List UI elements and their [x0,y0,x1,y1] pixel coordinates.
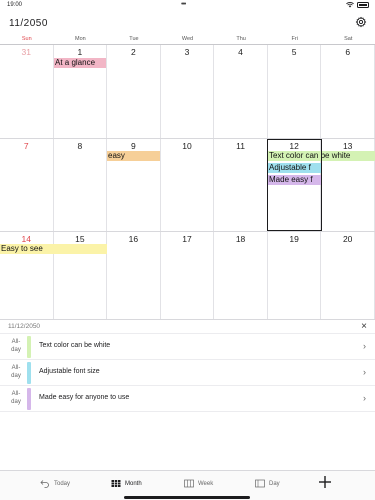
month-grid-icon [111,480,121,487]
day-number: 18 [235,234,246,244]
day-cell[interactable]: 19 [268,232,322,319]
day-number: 7 [23,141,29,151]
event-color-stripe [27,388,31,410]
month-grid: 31 1 2 3 4 5 6 At a glance 7 8 9 10 11 1… [0,45,375,319]
tab-label: Day [269,480,280,487]
day-cell[interactable]: 3 [161,45,215,138]
all-day-label: All-day [11,339,21,353]
tab-label: Today [54,480,71,487]
tab-today[interactable]: Today [40,479,70,488]
day-cell[interactable]: 10 [161,139,215,231]
event-bar[interactable]: At a glance [54,58,106,68]
day-cell[interactable]: 7 [0,139,54,231]
detail-header: 11/12/2050 × [0,320,375,334]
weekday-label: Sat [344,36,353,42]
all-day-label: All-day [11,391,21,405]
weekday-label: Thu [236,36,246,42]
day-number: 13 [342,141,353,151]
chevron-right-icon: › [363,341,366,351]
home-indicator [124,496,250,499]
event-bar[interactable]: Made easy f [268,175,321,185]
day-number: 10 [182,141,192,151]
day-number: 16 [128,234,139,244]
day-number: 6 [345,47,351,57]
day-number: 12 [289,141,299,151]
multitasking-dots-icon[interactable]: ••• [181,1,186,8]
weekday-label: Wed [181,36,194,42]
day-number: 8 [77,141,83,151]
day-cell[interactable]: 17 [161,232,215,319]
day-number: 3 [184,47,190,57]
plus-icon[interactable] [318,475,332,489]
status-time: 19:00 [7,2,23,8]
day-cell[interactable]: 20 [321,232,375,319]
event-list-item[interactable]: All-day Text color can be white › [0,334,375,360]
day-cell[interactable]: 4 [214,45,268,138]
event-list-item[interactable]: All-day Made easy for anyone to use › [0,386,375,412]
day-cell[interactable]: 18 [214,232,268,319]
day-cell[interactable]: 31 [0,45,54,138]
day-number: 15 [75,234,85,244]
month-title[interactable]: 11/2050 [9,18,48,29]
week-row: 14 15 16 17 18 19 20 Easy to see [0,232,375,319]
day-number: 2 [131,47,136,57]
day-number: 20 [342,234,353,244]
tab-day[interactable]: Day [255,479,280,488]
event-bar[interactable]: Easy to see [0,244,107,254]
day-number: 19 [289,234,299,244]
day-cell[interactable]: 8 [54,139,108,231]
tab-month[interactable]: Month [111,479,142,488]
weekday-label: Mon [75,36,86,42]
status-bar: 19:00 ••• [0,0,375,12]
tab-label: Week [198,480,214,487]
day-cell[interactable]: 2 [107,45,161,138]
day-number: 11 [236,141,245,151]
all-day-label: All-day [11,365,21,379]
day-number: 9 [131,141,136,151]
event-bar[interactable]: easy [107,151,160,161]
day-cell[interactable]: 6 [321,45,375,138]
week-row: 31 1 2 3 4 5 6 At a glance [0,45,375,139]
day-cell[interactable]: 16 [107,232,161,319]
tab-week[interactable]: Week [184,479,213,488]
event-color-stripe [27,336,31,358]
battery-icon [357,2,369,8]
wifi-icon [346,2,354,8]
status-icons [346,2,369,8]
day-number: 1 [77,47,83,57]
gear-icon[interactable] [355,16,367,28]
weekday-label: Fri [291,36,298,42]
detail-date: 11/12/2050 [8,323,41,330]
day-number: 31 [21,47,32,57]
day-cell[interactable]: 5 [268,45,322,138]
event-title: Text color can be white [39,342,111,349]
event-bar[interactable]: Adjustable f [268,163,321,173]
weekday-label: Sun [21,36,32,42]
day-number: 14 [21,234,32,244]
close-icon[interactable]: × [361,321,367,332]
undo-arrow-icon [40,480,49,488]
week-row: 7 8 9 10 11 12 13 easy Text color can be… [0,139,375,232]
day-column-icon [255,479,265,488]
day-cell[interactable]: 11 [214,139,268,231]
weekday-label: Tue [129,36,139,42]
day-detail-panel: 11/12/2050 × All-day Text color can be w… [0,319,375,470]
day-number: 5 [291,47,297,57]
chevron-right-icon: › [363,367,366,377]
day-number: 17 [182,234,192,244]
week-columns-icon [184,479,194,488]
event-title: Adjustable font size [39,368,100,375]
event-title: Made easy for anyone to use [39,394,130,401]
tab-label: Month [125,480,142,487]
event-list-item[interactable]: All-day Adjustable font size › [0,360,375,386]
weekday-header: Sun Mon Tue Wed Thu Fri Sat [0,34,375,45]
day-number: 4 [238,47,243,57]
bottom-tab-bar: Today Month Week Day [0,470,375,500]
chevron-right-icon: › [363,393,366,403]
event-bar[interactable]: Text color can be white [268,151,375,161]
calendar-header: 11/2050 [0,12,375,34]
event-color-stripe [27,362,31,384]
